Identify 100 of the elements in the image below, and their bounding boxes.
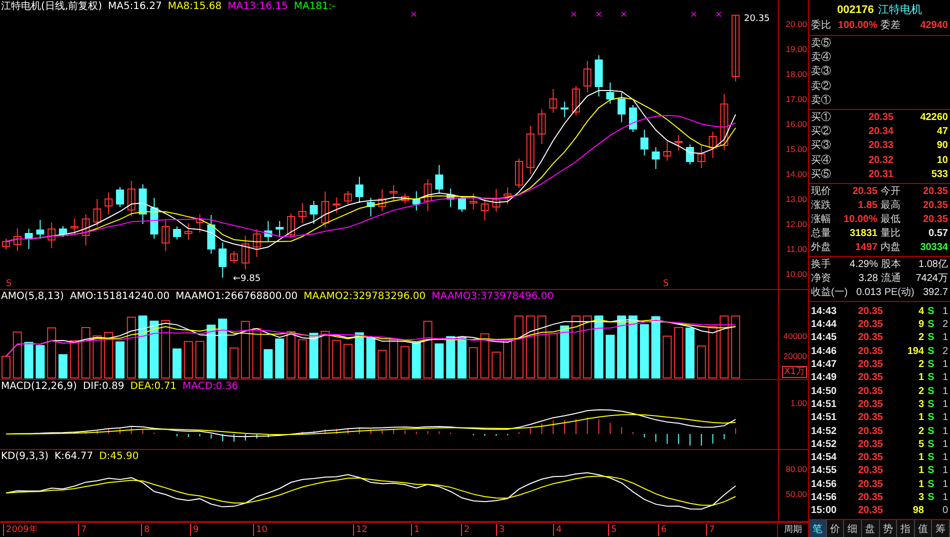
date-axis-label: 7 (706, 524, 715, 536)
bid-price: 20.33 (867, 139, 894, 154)
tick-volume: 98 (912, 504, 924, 518)
tick-side: S (926, 438, 936, 452)
tick-count: 1 (941, 438, 948, 452)
tick-price: 20.35 (856, 344, 883, 358)
indicator-label: DEA:0.71 (130, 380, 177, 394)
date-axis-label: 4 (553, 524, 562, 536)
quote-value: 20.35 (922, 198, 948, 213)
indicator-label: MACD(12,26,9) (1, 380, 77, 394)
indicator-label: KD(9,3,3) (1, 450, 49, 464)
tick-volume: 3 (917, 491, 924, 504)
tick-price: 20.35 (856, 318, 883, 332)
tick-price: 20.35 (856, 331, 883, 345)
tick-count: 2 (941, 344, 948, 358)
tick-side: S (926, 464, 936, 478)
signal-marker: S (6, 279, 12, 289)
tick-side: S (926, 344, 936, 358)
tick-time: 14:51 (811, 398, 838, 412)
tick-count: 1 (941, 358, 948, 372)
ask-level-label: 卖② (811, 80, 832, 94)
tick-volume: 1 (917, 464, 924, 478)
tick-time: 14:56 (811, 478, 838, 492)
ask-level-label: 卖③ (811, 65, 832, 80)
indicator-label: AMO:151814240.00 (70, 290, 170, 304)
tick-volume: 1 (917, 371, 924, 385)
tick-count: 1 (941, 478, 948, 492)
indicator-label: MAAMO2:329783296.00 (304, 290, 426, 304)
quote-value: 31831 (848, 226, 878, 241)
panel-tab[interactable]: 价 (826, 520, 844, 537)
quote-value: 100.00% (837, 19, 878, 33)
tick-price: 20.35 (856, 504, 883, 518)
tick-price: 20.35 (856, 478, 883, 492)
tick-time: 14:51 (811, 411, 838, 425)
tick-price: 20.35 (856, 411, 883, 425)
tick-price: 20.35 (856, 371, 883, 385)
tick-volume: 2 (917, 331, 924, 345)
tick-side: S (926, 398, 936, 412)
bid-price: 20.34 (867, 125, 894, 140)
quote-value: 30334 (919, 240, 948, 255)
quote-value: 0.57 (928, 226, 948, 241)
event-marker: × (690, 10, 698, 20)
indicator-label: MA13:16.15 (228, 0, 288, 14)
date-axis-label: 3 (496, 524, 505, 536)
indicator-label: MAAMO1:266768800.00 (176, 290, 298, 304)
tick-volume: 2 (917, 384, 924, 398)
event-marker: × (620, 10, 628, 20)
indicator-label: MA8:15.68 (168, 0, 222, 14)
quote-value: 20.35 (922, 212, 948, 227)
bid-price: 20.32 (867, 154, 894, 168)
quote-label: 现价 (811, 184, 832, 199)
quote-label: 外盘 (811, 240, 832, 255)
panel-tab[interactable]: 指 (897, 520, 915, 537)
kd-axis-label: 80.00 (786, 464, 807, 474)
indicator-label: MACD:0.36 (182, 380, 238, 394)
low-price-label: ←9.85 (233, 274, 261, 284)
date-axis-label: 5 (608, 524, 617, 536)
panel-tab[interactable]: 值 (914, 520, 932, 537)
tick-volume: 1 (917, 478, 924, 492)
stock-title: 江特电机(日线,前复权) (1, 0, 102, 14)
macd-axis-label: 1.00 (790, 398, 807, 408)
panel-tab[interactable]: 细 (844, 520, 862, 537)
stock-name: 江特电机 (878, 3, 922, 17)
date-axis-label: 8 (141, 524, 150, 536)
indicator-label: AMO(5,8,13) (1, 290, 64, 304)
quote-value: 1.08亿 (918, 258, 948, 272)
unit-label: X1万 (782, 366, 807, 378)
signal-marker: S (663, 279, 669, 289)
panel-tab[interactable]: 盘 (862, 520, 880, 537)
tick-side: S (926, 304, 936, 318)
tick-count: 1 (941, 411, 948, 425)
indicator-label: K:64.77 (54, 450, 94, 464)
panel-tab[interactable]: 笔 (809, 520, 827, 537)
quote-label: 委比 (811, 18, 832, 33)
event-marker: × (410, 10, 418, 20)
panel-tab[interactable]: 筹 (932, 520, 950, 537)
tick-volume: 1 (917, 451, 924, 464)
panel-tab[interactable]: 势 (880, 520, 898, 537)
bid-price: 20.31 (867, 168, 894, 182)
ask-level-label: 卖① (811, 94, 832, 108)
kd-axis-label: 50.00 (786, 489, 807, 499)
tick-count: 1 (941, 451, 948, 464)
bid-level-label: 买① (811, 110, 832, 125)
price-axis-label: 15.00 (786, 144, 807, 154)
tick-count: 2 (941, 318, 948, 332)
tick-count: 1 (941, 371, 948, 385)
quote-label: 涨跌 (811, 198, 832, 213)
indicator-label: DIF:0.89 (82, 380, 124, 394)
tick-volume: 9 (917, 318, 924, 332)
bid-volume: 533 (930, 168, 948, 182)
price-axis-label: 16.00 (786, 119, 807, 129)
tick-price: 20.35 (856, 358, 883, 372)
price-axis-label: 13.00 (786, 194, 807, 204)
tick-time: 14:50 (811, 384, 838, 398)
quote-value: 4.29% (848, 258, 878, 272)
date-axis-label: 2 (461, 524, 470, 536)
bid-level-label: 买④ (811, 154, 832, 168)
ask-level-label: 卖⑤ (811, 37, 832, 51)
tick-count: 1 (941, 398, 948, 412)
tick-side: S (926, 371, 936, 385)
